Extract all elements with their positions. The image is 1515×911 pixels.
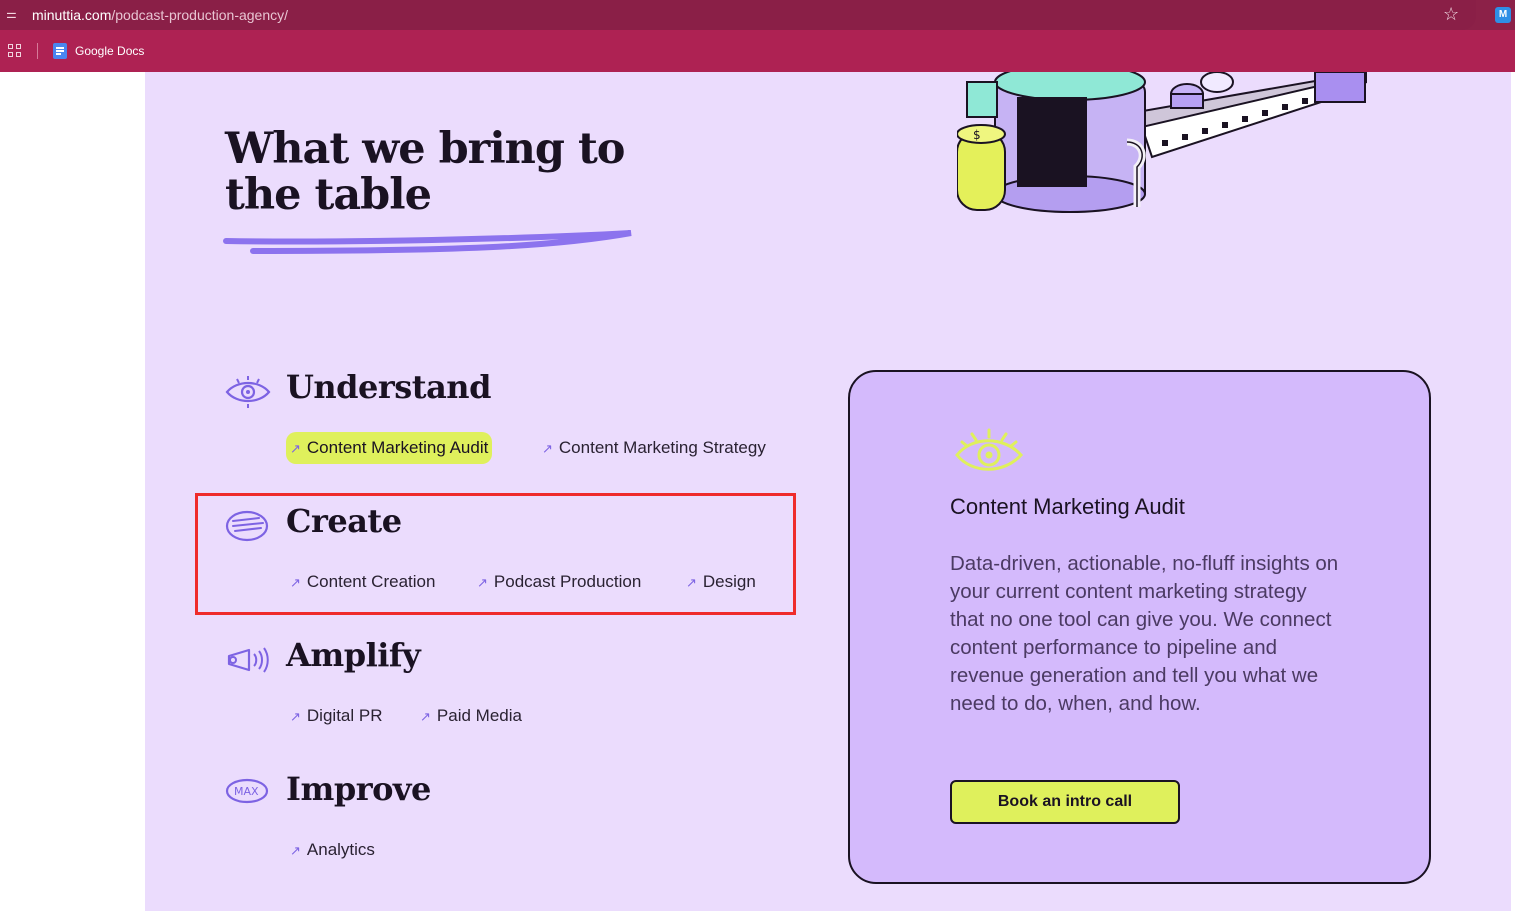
apps-grid-icon[interactable] (8, 44, 22, 58)
max-badge-icon: MAX (225, 778, 269, 804)
svg-text:MAX: MAX (234, 785, 259, 798)
megaphone-icon (227, 647, 269, 673)
arrow-icon: ↗ (290, 441, 301, 456)
bookmark-separator (37, 43, 38, 59)
link-paid-media[interactable]: ↗ Paid Media (416, 700, 526, 732)
arrow-icon: ↗ (420, 709, 431, 724)
bookmarks-bar (0, 30, 1515, 72)
bookmark-star-icon[interactable]: ☆ (1443, 4, 1459, 25)
arrow-icon: ↗ (542, 441, 553, 456)
extension-icon[interactable]: M (1495, 7, 1511, 23)
annotation-highlight-box (195, 493, 796, 615)
service-title: Amplify (286, 636, 421, 674)
eye-icon (955, 428, 1024, 471)
link-content-marketing-strategy[interactable]: ↗ Content Marketing Strategy (538, 432, 770, 464)
section-headline: What we bring to the table (225, 124, 626, 220)
card-title: Content Marketing Audit (950, 494, 1185, 519)
arrow-icon: ↗ (290, 843, 301, 858)
service-title: Understand (286, 368, 491, 406)
google-docs-icon[interactable] (53, 43, 67, 59)
eye-icon (225, 376, 271, 408)
link-content-marketing-audit[interactable]: ↗ Content Marketing Audit (286, 432, 493, 464)
machine-illustration: $ (957, 72, 1367, 213)
arrow-icon: ↗ (290, 709, 301, 724)
service-detail-card: Content Marketing Audit Data-driven, act… (848, 370, 1431, 884)
link-digital-pr[interactable]: ↗ Digital PR (286, 700, 387, 732)
bookmark-google-docs[interactable]: Google Docs (75, 44, 144, 58)
book-intro-call-button[interactable]: Book an intro call (950, 780, 1180, 824)
address-bar-area: ⚌ minuttia.com/podcast-production-agency… (0, 0, 1515, 30)
svg-text:$: $ (973, 128, 981, 142)
service-title: Improve (286, 770, 431, 808)
card-description: Data-driven, actionable, no-fluff insigh… (950, 552, 1339, 715)
address-bar[interactable]: ⚌ minuttia.com/podcast-production-agency… (0, 0, 1476, 30)
url-text[interactable]: minuttia.com/podcast-production-agency/ (32, 7, 288, 23)
site-settings-icon[interactable]: ⚌ (6, 7, 20, 21)
link-analytics[interactable]: ↗ Analytics (286, 834, 379, 866)
brush-underline (223, 230, 632, 254)
